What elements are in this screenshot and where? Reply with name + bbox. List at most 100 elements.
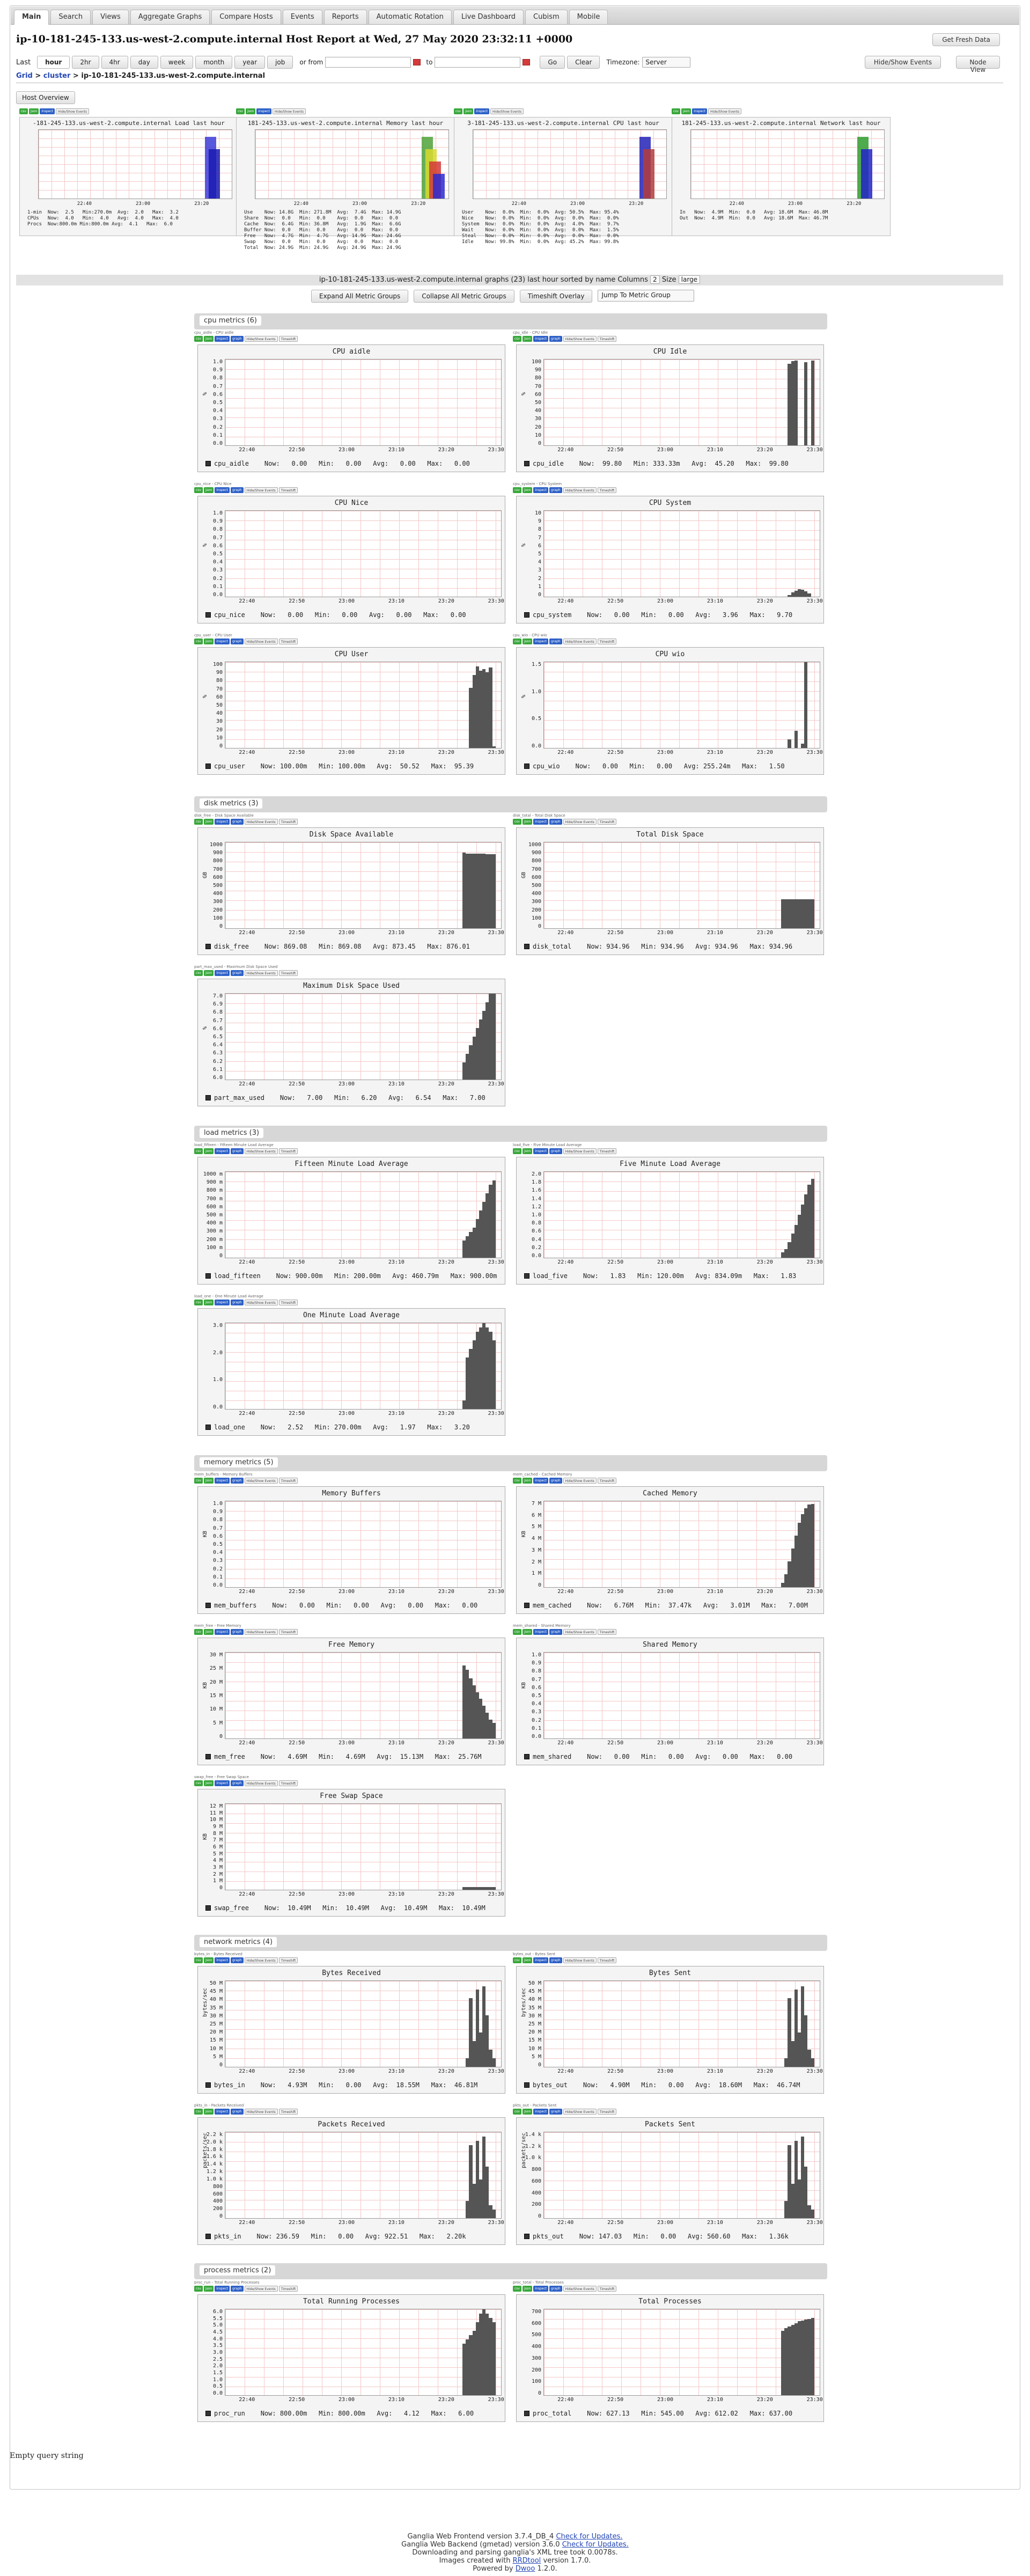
metric-group-header[interactable]: process metrics (2)	[194, 2263, 827, 2279]
inspect-button[interactable]: inspect	[692, 108, 708, 114]
timeshift-button[interactable]: Timeshift	[278, 1780, 298, 1786]
to-date-input[interactable]	[435, 57, 521, 68]
inspect-button[interactable]: inspect	[215, 1300, 230, 1305]
inspect-button[interactable]: inspect	[215, 1629, 230, 1635]
graph-button[interactable]: graph	[231, 1300, 244, 1305]
metric-graph-image[interactable]: Shared Memory KB 1.0 0.9 0.8 0.7 0.6 0.5 0.4 0.3 0…	[516, 1638, 824, 1765]
metric-graph-image[interactable]: Total Processes 700 600 500 400 300 200 100 0 22:…	[516, 2294, 824, 2422]
breadcrumb-cluster[interactable]: cluster	[43, 72, 71, 80]
expand-all-button[interactable]: Expand All Metric Groups	[311, 290, 409, 303]
json-button[interactable]: json	[245, 108, 256, 114]
hide-show-events-button[interactable]: Hide/Show Events	[273, 108, 306, 114]
metric-graph-image[interactable]: Cached Memory KB 7 M6 M5 M4 M3 M2 M1 M 0 22:…	[516, 1486, 824, 1614]
hide-show-events-button[interactable]: Hide/Show Events	[244, 487, 278, 493]
csv-button[interactable]: csv	[236, 108, 245, 114]
hide-show-events-button[interactable]: Hide/Show Events	[563, 336, 597, 342]
csv-button[interactable]: csv	[513, 336, 521, 342]
from-date-input[interactable]	[325, 57, 411, 68]
hide-show-events-button[interactable]: Hide/Show Events	[563, 1148, 597, 1154]
json-button[interactable]: json	[203, 1957, 214, 1963]
timeshift-button[interactable]: Timeshift	[597, 2109, 617, 2115]
range-day[interactable]: day	[130, 56, 158, 69]
json-button[interactable]: json	[522, 2286, 533, 2292]
csv-button[interactable]: csv	[194, 1478, 203, 1484]
json-button[interactable]: json	[681, 108, 691, 114]
columns-select[interactable]: 2	[650, 275, 660, 284]
inspect-button[interactable]: inspect	[474, 108, 490, 114]
inspect-button[interactable]: inspect	[215, 2286, 230, 2292]
csv-button[interactable]: csv	[513, 1478, 521, 1484]
overview-graph-image[interactable]: 3-181-245-133.us-west-2.compute.internal…	[454, 117, 673, 245]
inspect-button[interactable]: inspect	[256, 108, 272, 114]
graph-button[interactable]: graph	[549, 1148, 562, 1154]
timeshift-button[interactable]: Timeshift	[278, 2286, 298, 2292]
graph-button[interactable]: graph	[549, 639, 562, 644]
timeshift-button[interactable]: Timeshift	[278, 1957, 298, 1963]
inspect-button[interactable]: inspect	[533, 1957, 549, 1963]
inspect-button[interactable]: inspect	[215, 1478, 230, 1484]
hide-show-events-button[interactable]: Hide/Show Events	[708, 108, 742, 114]
range-job[interactable]: job	[267, 56, 293, 69]
metric-graph-image[interactable]: Fifteen Minute Load Average 1000 m 900 m 80…	[197, 1157, 505, 1285]
csv-button[interactable]: csv	[194, 970, 203, 976]
hide-show-events-button[interactable]: Hide/Show Events	[490, 108, 524, 114]
timeshift-button[interactable]: Timeshift	[597, 1478, 617, 1484]
range-hour[interactable]: hour	[37, 56, 70, 69]
timeshift-button[interactable]: Timeshift	[597, 336, 617, 342]
jump-to-group-select[interactable]: Jump To Metric Group	[598, 290, 695, 302]
timeshift-button[interactable]: Timeshift	[597, 1957, 617, 1963]
graph-button[interactable]: graph	[549, 487, 562, 493]
hide-show-events-button[interactable]: Hide/Show Events	[563, 1478, 597, 1484]
graph-button[interactable]: graph	[549, 819, 562, 825]
json-button[interactable]: json	[463, 108, 474, 114]
inspect-button[interactable]: inspect	[533, 336, 549, 342]
tab-cubism[interactable]: Cubism	[525, 10, 568, 24]
size-select[interactable]: large	[678, 275, 701, 284]
hide-show-events-button[interactable]: Hide/Show Events	[244, 1478, 278, 1484]
hide-show-events-button[interactable]: Hide/Show Events	[56, 108, 90, 114]
hide-show-events-button[interactable]: Hide/Show Events	[563, 1957, 597, 1963]
graph-button[interactable]: graph	[231, 819, 244, 825]
metric-graph-image[interactable]: Total Running Processes 6.0 5.5 5.0 4.5 4.0 3.…	[197, 2294, 505, 2422]
graph-button[interactable]: graph	[231, 1148, 244, 1154]
timeshift-button[interactable]: Timeshift	[278, 1629, 298, 1635]
graph-button[interactable]: graph	[549, 2109, 562, 2115]
tab-mobile[interactable]: Mobile	[569, 10, 608, 24]
hide-show-events-button[interactable]: Hide/Show Events	[244, 2286, 278, 2292]
metric-graph-image[interactable]: Packets Sent packets/sec 1.4 k 1.2 k 1.0 k 80…	[516, 2117, 824, 2245]
timeshift-button[interactable]: Timeshift	[597, 2286, 617, 2292]
timeshift-overlay-button[interactable]: Timeshift Overlay	[519, 290, 593, 303]
timeshift-button[interactable]: Timeshift	[278, 487, 298, 493]
timeshift-button[interactable]: Timeshift	[278, 1300, 298, 1305]
csv-button[interactable]: csv	[194, 336, 203, 342]
hide-show-events-button[interactable]: Hide/Show Events	[244, 2109, 278, 2115]
timeshift-button[interactable]: Timeshift	[597, 1148, 617, 1154]
metric-group-header[interactable]: cpu metrics (6)	[194, 313, 827, 329]
graph-button[interactable]: graph	[231, 2286, 244, 2292]
inspect-button[interactable]: inspect	[215, 487, 230, 493]
metric-graph-image[interactable]: One Minute Load Average 3.0 2.0 1.0 0.0 22:40…	[197, 1308, 505, 1436]
inspect-button[interactable]: inspect	[215, 970, 230, 976]
json-button[interactable]: json	[203, 1780, 214, 1786]
timeshift-button[interactable]: Timeshift	[597, 639, 617, 644]
range-2hr[interactable]: 2hr	[72, 56, 99, 69]
inspect-button[interactable]: inspect	[533, 2109, 549, 2115]
hide-show-events-button[interactable]: Hide/Show Events	[244, 1300, 278, 1305]
metric-graph-image[interactable]: CPU aidle% 1.0 0.9 0.8 0.7 0.6 0.5 0.4 0.3 0.2 0.1…	[197, 344, 505, 472]
get-fresh-data-button[interactable]: Get Fresh Data	[932, 33, 1000, 46]
tab-main[interactable]: Main	[14, 10, 49, 25]
tab-live-dashboard[interactable]: Live Dashboard	[453, 10, 524, 24]
inspect-button[interactable]: inspect	[215, 1780, 230, 1786]
calendar-icon[interactable]	[523, 59, 531, 65]
hide-show-events-button[interactable]: Hide/Show Events	[563, 487, 597, 493]
graph-button[interactable]: graph	[231, 1780, 244, 1786]
json-button[interactable]: json	[203, 336, 214, 342]
csv-button[interactable]: csv	[513, 1957, 521, 1963]
inspect-button[interactable]: inspect	[533, 1478, 549, 1484]
csv-button[interactable]: csv	[513, 819, 521, 825]
timeshift-button[interactable]: Timeshift	[278, 336, 298, 342]
csv-button[interactable]: csv	[19, 108, 28, 114]
csv-button[interactable]: csv	[194, 1629, 203, 1635]
metric-group-header[interactable]: disk metrics (3)	[194, 796, 827, 812]
metric-graph-image[interactable]: CPU System% 10 9 8 7 6 5 4 3 2 1 0 22:40 22:50 23:00 23…	[516, 496, 824, 623]
